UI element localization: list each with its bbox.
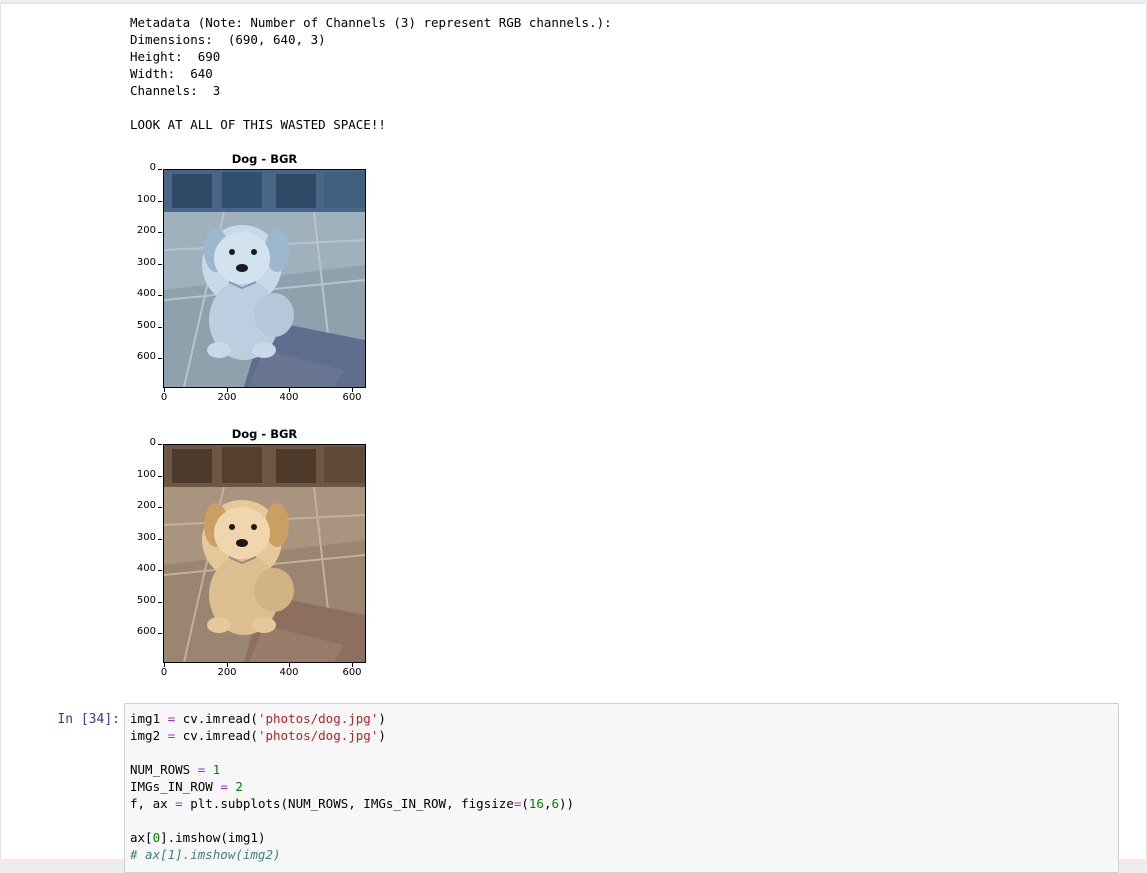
x-tick-label: 0: [160, 392, 168, 403]
y-tick-label: 600: [136, 351, 156, 362]
code-line[interactable]: img2 = cv.imread('photos/dog.jpg'): [130, 728, 386, 743]
code-token: 'photos/dog.jpg': [257, 711, 379, 726]
code-line[interactable]: NUM_ROWS = 1: [130, 762, 220, 777]
output-line-metadata: Metadata (Note: Number of Channels (3) r…: [130, 15, 612, 30]
code-token: =: [175, 796, 183, 811]
y-tick-label: 500: [136, 595, 156, 606]
y-tick-label: 300: [136, 532, 156, 543]
code-token: ].imshow(img1): [160, 830, 266, 845]
x-tick-label: 400: [279, 392, 299, 403]
output-line-blank: [130, 99, 1110, 116]
x-tick-label: 600: [342, 392, 362, 403]
tick-mark: [158, 570, 162, 571]
code-token: 'photos/dog.jpg': [257, 728, 379, 743]
code-token: IMGs_IN_ROW: [130, 779, 213, 794]
output-line-channels: Channels: 3: [130, 83, 221, 98]
code-token: =: [160, 728, 183, 743]
y-tick-label: 600: [136, 626, 156, 637]
tick-mark: [158, 264, 162, 265]
code-line[interactable]: ax[0].imshow(img1): [130, 830, 265, 845]
y-tick-label: 100: [136, 469, 156, 480]
x-tick-label: 400: [279, 667, 299, 678]
tick-mark: [158, 539, 162, 540]
code-token: f, ax: [130, 796, 176, 811]
tick-mark: [158, 358, 162, 359]
output-line-wasted-space: LOOK AT ALL OF THIS WASTED SPACE!!: [130, 117, 386, 132]
code-cell-editor[interactable]: img1 = cv.imread('photos/dog.jpg') img2 …: [124, 703, 1119, 873]
y-tick-label: 200: [136, 500, 156, 511]
tick-mark: [158, 169, 162, 170]
tick-mark: [158, 476, 162, 477]
code-line[interactable]: f, ax = plt.subplots(NUM_ROWS, IMGs_IN_R…: [130, 796, 574, 811]
code-token: ): [378, 728, 386, 743]
y-tick-label: 500: [136, 320, 156, 331]
code-line[interactable]: img1 = cv.imread('photos/dog.jpg'): [130, 711, 386, 726]
plot-dog-bgr-1: Dog - BGR 0 100 200 300 400 500 600 0 20…: [130, 150, 390, 410]
code-token: 16: [528, 796, 544, 811]
y-tick-label: 300: [136, 257, 156, 268]
y-tick-label: 400: [136, 288, 156, 299]
dog-image-rgb-svg: [164, 445, 365, 662]
code-token: (: [521, 796, 529, 811]
code-token: 1: [212, 762, 221, 777]
tick-mark: [158, 232, 162, 233]
y-tick-label: 400: [136, 563, 156, 574]
code-token: 0: [152, 830, 161, 845]
x-tick-label: 0: [160, 667, 168, 678]
x-tick-label: 200: [217, 667, 237, 678]
code-token: cv.imread(: [182, 711, 258, 726]
y-tick-label: 200: [136, 225, 156, 236]
plot-title: Dog - BGR: [231, 152, 298, 166]
code-token: ax[: [130, 830, 153, 845]
output-line-dimensions: Dimensions: (690, 640, 3): [130, 32, 326, 47]
code-token: =: [212, 779, 236, 794]
code-line[interactable]: # ax[1].imshow(img2): [130, 847, 281, 862]
plot-dog-bgr-2: Dog - BGR 0 100 200 300 400 500 600 0 20…: [130, 425, 390, 685]
y-tick-label: 100: [136, 194, 156, 205]
code-token: )): [559, 796, 575, 811]
y-tick-label: 0: [149, 162, 156, 173]
code-token: 6: [551, 796, 560, 811]
code-token: img1: [130, 711, 161, 726]
code-token: NUM_ROWS: [130, 762, 191, 777]
dog-image-rgb: [163, 444, 366, 663]
y-tick-label: 0: [149, 437, 156, 448]
tick-mark: [158, 201, 162, 202]
tick-mark: [158, 444, 162, 445]
output-line-width: Width: 640: [130, 66, 213, 81]
cell-prompt: In [34]:: [57, 712, 120, 727]
tick-mark: [158, 633, 162, 634]
x-tick-label: 200: [217, 392, 237, 403]
x-tick-label: 600: [342, 667, 362, 678]
code-line[interactable]: IMGs_IN_ROW = 2: [130, 779, 243, 794]
tick-mark: [158, 327, 162, 328]
dog-image-bgr: [163, 169, 366, 388]
tick-mark: [158, 295, 162, 296]
cell-output: Metadata (Note: Number of Channels (3) r…: [130, 14, 1110, 133]
tick-mark: [158, 507, 162, 508]
dog-image-bgr-svg: [164, 170, 365, 387]
code-token: ): [378, 711, 386, 726]
output-line-height: Height: 690: [130, 49, 221, 64]
code-token: =: [160, 711, 183, 726]
code-token: =: [190, 762, 213, 777]
code-token: img2: [130, 728, 161, 743]
plot-title: Dog - BGR: [231, 427, 298, 441]
code-token: plt.subplots(NUM_ROWS, IMGs_IN_ROW, figs…: [182, 796, 514, 811]
tick-mark: [158, 602, 162, 603]
code-token: 2: [235, 779, 243, 794]
code-token: cv.imread(: [182, 728, 258, 743]
